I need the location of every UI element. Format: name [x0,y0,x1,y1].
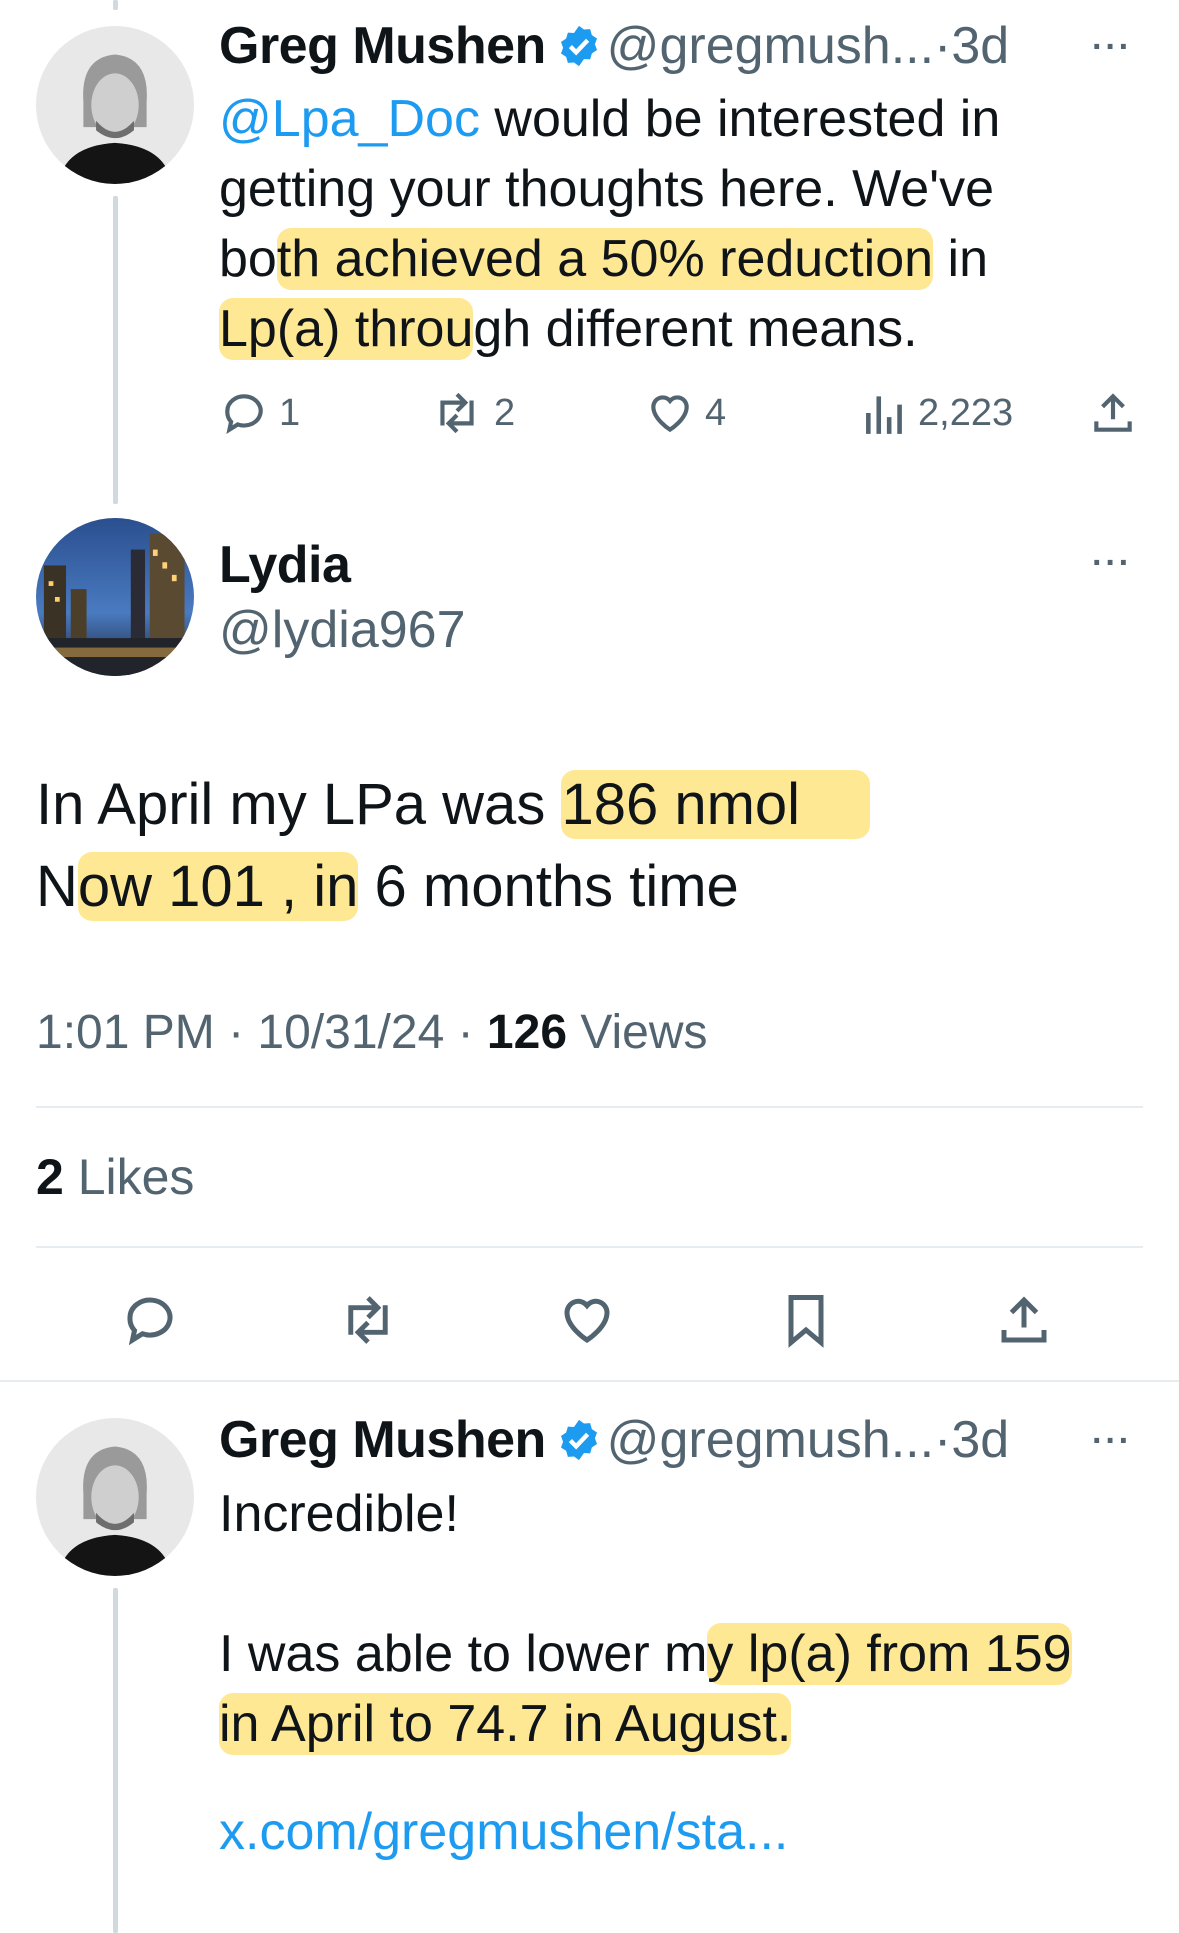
author-name[interactable]: Greg Mushen [219,17,546,75]
reply-action[interactable]: 1 [219,388,300,438]
tweet-date[interactable]: 10/31/24 [257,1006,444,1059]
author-handle[interactable]: @gregmush... [607,1411,934,1469]
share-icon [1088,388,1138,438]
repost-count: 2 [494,391,516,434]
verified-badge-icon [556,1417,602,1468]
divider [36,1246,1143,1248]
timestamp[interactable]: 3d [951,1411,1009,1469]
section-divider [0,1380,1179,1382]
views-count: 126 [486,1006,568,1059]
tweet-body: In April my LPa was 186 nmol Now 101 , i… [36,764,1136,928]
bookmark-button[interactable] [776,1290,836,1350]
reply-top-header: Greg Mushen @gregmush...·3d [219,16,1009,76]
timestamp[interactable]: 3d [951,17,1009,75]
reply-top-text: @Lpa_Doc would be interested in getting … [219,84,1079,364]
reply-bottom-text: Incredible! I was able to lower my lp(a)… [219,1479,1099,1867]
analytics-icon [862,388,908,438]
share-action[interactable] [1088,388,1138,438]
author-handle[interactable]: @lydia967 [219,600,466,660]
greg-avatar-image [36,26,194,184]
more-options-icon[interactable]: ··· [1092,1422,1132,1461]
reply-bottom-header: Greg Mushen @gregmush...·3d [219,1410,1009,1470]
highlight: 186 nmol [561,770,871,839]
highlight: th achieved a 50% reduction [276,228,934,290]
greg-avatar-image [36,1418,194,1576]
tweet-line-1: In April my LPa was 186 nmol [36,764,1136,846]
tweet-line-2: Now 101 , in 6 months time [36,852,739,921]
dot-separator: · [934,1411,952,1469]
reply-button[interactable] [120,1290,180,1350]
thread-line-top [113,0,118,10]
author-name[interactable]: Lydia [219,535,351,595]
like-count: 4 [705,391,727,434]
status-link[interactable]: x.com/gregmushen/sta... [219,1797,1099,1867]
reply-line-2: I was able to lower my lp(a) from 159 in… [219,1623,1072,1755]
avatar-lydia[interactable] [36,518,194,676]
reply-icon [219,388,269,438]
likes-label: Likes [63,1149,195,1205]
lydia-avatar-image [36,518,194,676]
views-count: 2,223 [918,391,1014,434]
reply-count: 1 [279,391,301,434]
mention-link[interactable]: @Lpa_Doc [219,90,480,148]
thread-line-bottom [113,1588,118,1933]
text-part: gh different means. [473,300,918,358]
repost-button[interactable] [336,1290,400,1350]
repost-action[interactable]: 2 [430,388,515,438]
author-handle[interactable]: @gregmush... [607,17,934,75]
reply-line-1: Incredible! [219,1485,459,1543]
highlight: ow 101 , in [77,852,359,921]
views-label: Views [567,1006,708,1059]
dot-separator: · [934,17,952,75]
highlight: Lp(a) throu [219,298,474,360]
heart-icon [645,388,695,438]
heart-icon [557,1290,617,1350]
text-part: in [933,230,988,288]
tweet-time[interactable]: 1:01 PM [36,1006,215,1059]
like-action[interactable]: 4 [645,388,726,438]
bookmark-icon [776,1290,836,1350]
avatar-greg[interactable] [36,26,194,184]
likes-summary[interactable]: 2 Likes [36,1148,194,1206]
reply-icon [120,1290,180,1350]
verified-badge-icon [556,23,602,74]
author-name[interactable]: Greg Mushen [219,1411,546,1469]
share-button[interactable] [994,1290,1054,1350]
divider [36,1106,1143,1108]
more-options-icon[interactable]: ··· [1092,28,1132,67]
repost-icon [336,1290,400,1350]
tweet-meta: 1:01 PM · 10/31/24 · 126 Views [36,1006,708,1059]
thread-line-connector [113,196,118,504]
likes-count: 2 [36,1149,64,1205]
like-button[interactable] [557,1290,617,1350]
repost-icon [430,388,484,438]
views-action[interactable]: 2,223 [862,388,1013,438]
share-icon [994,1290,1054,1350]
avatar-greg[interactable] [36,1418,194,1576]
more-options-icon[interactable]: ··· [1092,544,1132,583]
